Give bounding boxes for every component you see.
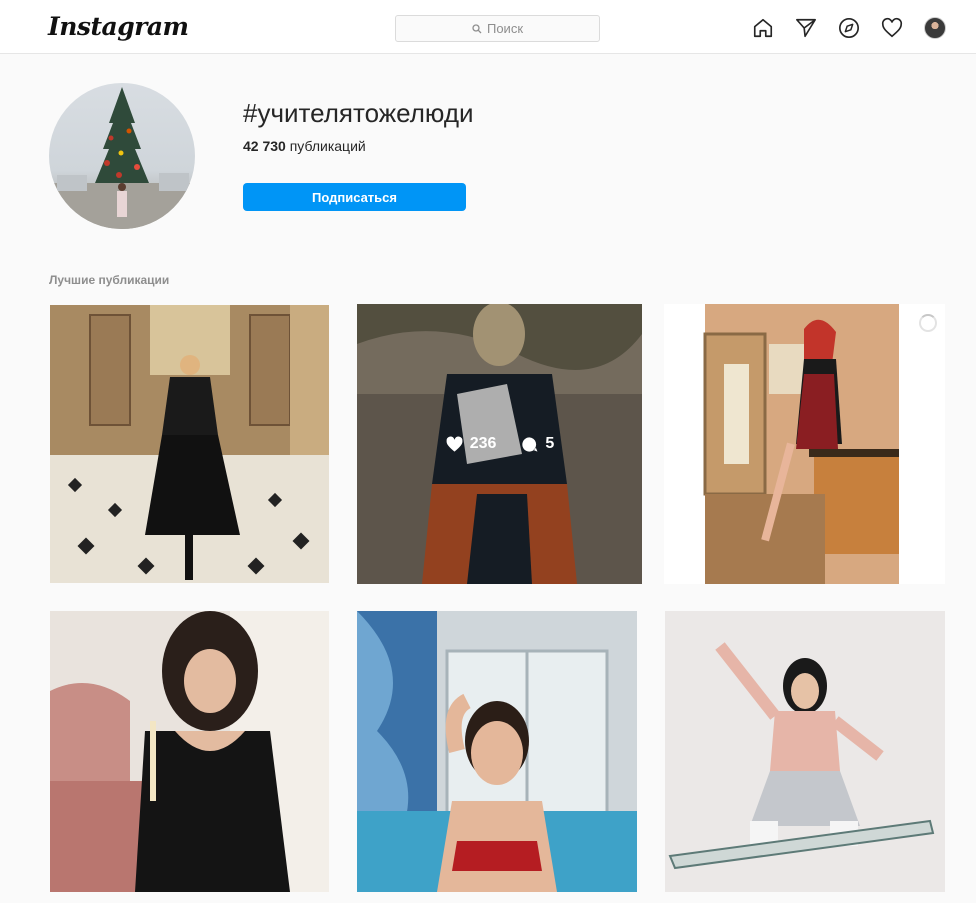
post-tile-4[interactable] (50, 611, 329, 892)
post-tile-5[interactable] (357, 611, 637, 892)
post-tile-6[interactable] (665, 611, 945, 892)
search-placeholder: Поиск (486, 21, 524, 36)
follow-button[interactable]: Подписаться (243, 183, 466, 211)
posts-count: 42 730 публикаций (243, 138, 366, 154)
comments-count: 5 (545, 435, 555, 452)
likes-count: 236 (469, 435, 497, 452)
post-tile-1[interactable] (50, 305, 329, 583)
comments-stat: 5 (520, 435, 554, 454)
home-icon[interactable] (751, 16, 774, 39)
explore-icon[interactable] (837, 16, 860, 39)
activity-heart-icon[interactable] (880, 16, 903, 39)
hashtag-title: #учителятожелюди (243, 98, 474, 128)
posts-count-label: публикаций (289, 138, 366, 154)
posts-count-number: 42 730 (243, 138, 286, 154)
heart-icon (446, 436, 463, 452)
search-icon (472, 23, 482, 33)
post-tile-2[interactable]: 236 5 (357, 304, 642, 584)
post-hover-overlay: 236 5 (357, 304, 642, 584)
hashtag-avatar (49, 83, 195, 229)
comment-icon (522, 436, 538, 452)
post-tile-3[interactable] (664, 304, 945, 584)
nav-icons (751, 16, 946, 39)
top-navigation-bar: Instagram Поиск (0, 0, 976, 54)
loading-spinner-icon (919, 314, 937, 332)
instagram-logo[interactable]: Instagram (48, 12, 189, 41)
likes-stat: 236 (445, 435, 497, 454)
search-input[interactable]: Поиск (395, 15, 600, 42)
top-posts-label: Лучшие публикации (49, 273, 170, 287)
profile-avatar[interactable] (923, 16, 946, 39)
direct-icon[interactable] (794, 16, 817, 39)
